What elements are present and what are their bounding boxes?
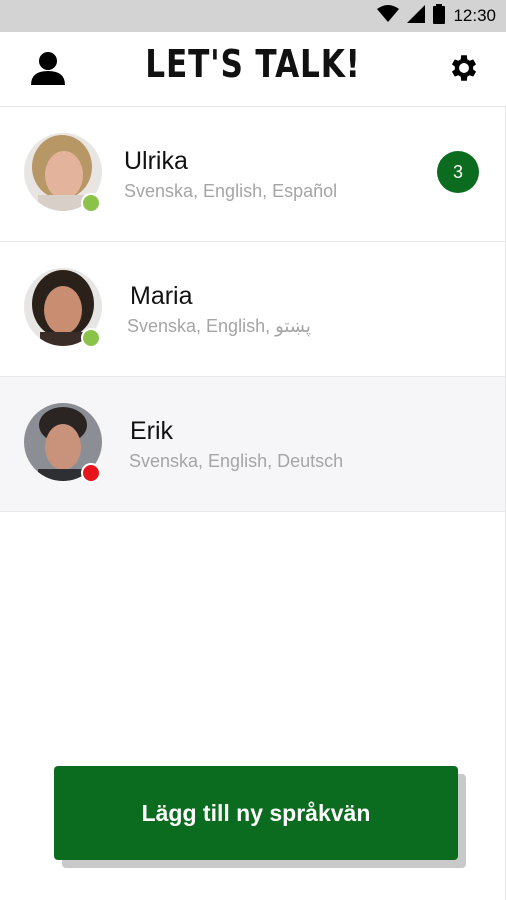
app-header: LET'S TALK!: [0, 32, 506, 107]
online-status-dot: [81, 193, 101, 213]
contact-languages: Svenska, English, پښتو: [127, 316, 311, 336]
add-language-friend-button[interactable]: Lägg till ny språkvän: [54, 766, 458, 860]
status-time: 12:30: [453, 6, 496, 25]
online-status-dot: [81, 328, 101, 348]
contact-languages: Svenska, English, Español: [124, 181, 338, 201]
cell-signal-icon: [407, 4, 426, 28]
gear-icon: [447, 51, 481, 90]
contact-languages: Svenska, English, Deutsch: [129, 451, 344, 471]
contact-row-ulrika[interactable]: Ulrika Svenska, English, Español 3: [0, 107, 506, 242]
wifi-icon: [377, 4, 400, 28]
contact-name: Erik: [130, 417, 174, 445]
unread-badge: 3: [437, 151, 479, 193]
battery-icon: [433, 3, 446, 29]
app-title: LET'S TALK!: [145, 42, 361, 86]
offline-status-dot: [81, 463, 101, 483]
contact-row-maria[interactable]: Maria Svenska, English, پښتو: [0, 242, 506, 377]
settings-button[interactable]: [442, 48, 486, 92]
status-bar: 12:30: [0, 0, 506, 32]
contact-name: Ulrika: [124, 147, 188, 175]
contact-list: Ulrika Svenska, English, Español 3 Maria…: [0, 107, 506, 512]
contact-row-erik[interactable]: Erik Svenska, English, Deutsch: [0, 377, 506, 512]
status-icons: 12:30: [377, 0, 496, 32]
contact-name: Maria: [130, 282, 193, 310]
